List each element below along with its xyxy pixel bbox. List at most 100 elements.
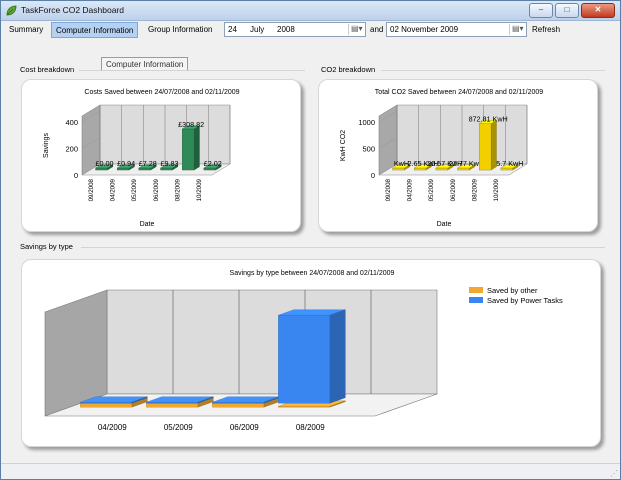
data-label: £7.28 bbox=[139, 159, 157, 168]
x-tick-label: 04/2009 bbox=[98, 423, 127, 432]
x-axis-label: Date bbox=[437, 221, 452, 228]
date-to-value[interactable]: 02 November 2009 bbox=[390, 25, 458, 34]
bar bbox=[500, 167, 513, 171]
bar bbox=[80, 403, 132, 408]
y-tick-label: 200 bbox=[65, 144, 78, 153]
data-label: 27.77 KwH bbox=[449, 159, 484, 168]
bar bbox=[278, 315, 330, 404]
bar bbox=[479, 123, 492, 171]
legend-label: Saved by Power Tasks bbox=[487, 296, 563, 305]
data-label: £308.82 bbox=[178, 120, 204, 129]
bar-side bbox=[193, 125, 200, 171]
bar bbox=[95, 167, 108, 171]
bar bbox=[146, 402, 198, 404]
bar bbox=[160, 167, 173, 171]
x-tick-label: 08/2009 bbox=[175, 178, 182, 201]
data-label: £0.00 bbox=[95, 159, 113, 168]
title-bar: TaskForce CO2 Dashboard – □ ✕ bbox=[1, 1, 620, 21]
chart-title: Savings by type between 24/07/2008 and 0… bbox=[230, 270, 395, 277]
date-from-year[interactable]: 2008 bbox=[277, 25, 295, 34]
app-window: TaskForce CO2 Dashboard – □ ✕ Summary Co… bbox=[0, 0, 621, 480]
menu-group-information[interactable]: Group Information bbox=[144, 22, 216, 38]
resize-grip-icon[interactable]: ⋰ bbox=[610, 469, 618, 478]
savings-by-type-label: Savings by type bbox=[20, 242, 73, 251]
refresh-button[interactable]: Refresh bbox=[528, 22, 564, 38]
calendar-dropdown-icon[interactable]: ▤▾ bbox=[509, 24, 525, 35]
calendar-dropdown-icon[interactable]: ▤▾ bbox=[348, 24, 364, 35]
data-label: £2.02 bbox=[204, 159, 222, 168]
bar bbox=[457, 167, 470, 171]
x-tick-label: 09/2008 bbox=[88, 178, 95, 201]
y-tick-label: 400 bbox=[65, 118, 78, 127]
minimize-button[interactable]: – bbox=[529, 3, 553, 18]
date-from-day[interactable]: 24 bbox=[228, 25, 237, 34]
data-label: 5.7 KwH bbox=[496, 159, 523, 168]
x-tick-label: 06/2009 bbox=[230, 423, 259, 432]
close-icon: ✕ bbox=[594, 5, 602, 14]
x-tick-label: 06/2009 bbox=[450, 178, 457, 201]
chart-title: Total CO2 Saved between 24/07/2008 and 0… bbox=[375, 89, 543, 96]
cost-breakdown-label: Cost breakdown bbox=[20, 65, 75, 74]
tooltip: Computer Information bbox=[101, 57, 189, 71]
y-tick-label: 1000 bbox=[358, 118, 375, 127]
y-axis-label: Savings bbox=[43, 133, 50, 158]
bar bbox=[212, 402, 264, 404]
cost-chart-panel: Costs Saved between 24/07/2008 and 02/11… bbox=[21, 79, 301, 232]
x-axis-label: Date bbox=[140, 221, 155, 228]
bar bbox=[212, 403, 264, 408]
co2-chart: Total CO2 Saved between 24/07/2008 and 0… bbox=[340, 89, 543, 228]
menu-summary[interactable]: Summary bbox=[5, 22, 47, 38]
x-tick-label: 10/2009 bbox=[196, 178, 203, 201]
savings-chart-panel: Savings by type between 24/07/2008 and 0… bbox=[21, 259, 601, 447]
x-tick-label: 08/2009 bbox=[296, 423, 325, 432]
data-label: 872.81 KwH bbox=[469, 115, 508, 124]
date-from-picker[interactable]: 24 July 2008 ▤▾ bbox=[224, 22, 366, 37]
legend-swatch bbox=[469, 287, 483, 293]
and-label: and bbox=[370, 25, 384, 34]
bar bbox=[117, 167, 130, 171]
maximize-icon: □ bbox=[564, 5, 570, 14]
bar bbox=[80, 402, 132, 404]
bar bbox=[203, 167, 216, 171]
divider bbox=[79, 70, 305, 71]
date-from-month[interactable]: July bbox=[250, 25, 264, 34]
y-axis-label: KwH CO2 bbox=[340, 130, 347, 161]
maximize-button[interactable]: □ bbox=[555, 3, 579, 18]
bar bbox=[138, 167, 151, 171]
x-tick-label: 04/2009 bbox=[407, 178, 414, 201]
window-title: TaskForce CO2 Dashboard bbox=[21, 5, 124, 15]
divider bbox=[381, 70, 605, 71]
chart-back-wall bbox=[106, 289, 438, 395]
x-tick-label: 10/2009 bbox=[493, 178, 500, 201]
bar bbox=[392, 167, 405, 171]
y-tick-label: 500 bbox=[362, 144, 375, 153]
bar-side bbox=[329, 309, 346, 404]
menu-bar: Summary Computer Information Group Infor… bbox=[1, 21, 620, 39]
cost-chart: Costs Saved between 24/07/2008 and 02/11… bbox=[43, 89, 240, 228]
co2-breakdown-label: CO2 breakdown bbox=[321, 65, 376, 74]
legend-swatch bbox=[469, 297, 483, 303]
leaf-icon bbox=[6, 5, 17, 16]
chart-title: Costs Saved between 24/07/2008 and 02/11… bbox=[84, 89, 239, 96]
close-button[interactable]: ✕ bbox=[581, 3, 615, 18]
x-tick-label: 05/2009 bbox=[428, 178, 435, 201]
bar bbox=[278, 406, 330, 408]
co2-chart-panel: Total CO2 Saved between 24/07/2008 and 0… bbox=[318, 79, 598, 232]
status-bar: ⋰ bbox=[1, 463, 620, 479]
data-label: £9.83 bbox=[160, 159, 178, 168]
x-tick-label: 04/2009 bbox=[110, 178, 117, 201]
divider bbox=[81, 247, 605, 248]
y-tick-label: 0 bbox=[74, 171, 78, 180]
bar bbox=[146, 403, 198, 408]
legend-label: Saved by other bbox=[487, 286, 538, 295]
x-tick-label: 05/2009 bbox=[164, 423, 193, 432]
data-label: £0.94 bbox=[117, 159, 135, 168]
minimize-icon: – bbox=[538, 5, 544, 14]
bar bbox=[435, 167, 448, 171]
bar bbox=[414, 167, 427, 171]
y-tick-label: 0 bbox=[371, 171, 375, 180]
x-tick-label: 09/2008 bbox=[385, 178, 392, 201]
x-tick-label: 08/2009 bbox=[472, 178, 479, 201]
date-to-picker[interactable]: 02 November 2009 ▤▾ bbox=[386, 22, 527, 37]
menu-computer-information[interactable]: Computer Information bbox=[51, 22, 139, 38]
